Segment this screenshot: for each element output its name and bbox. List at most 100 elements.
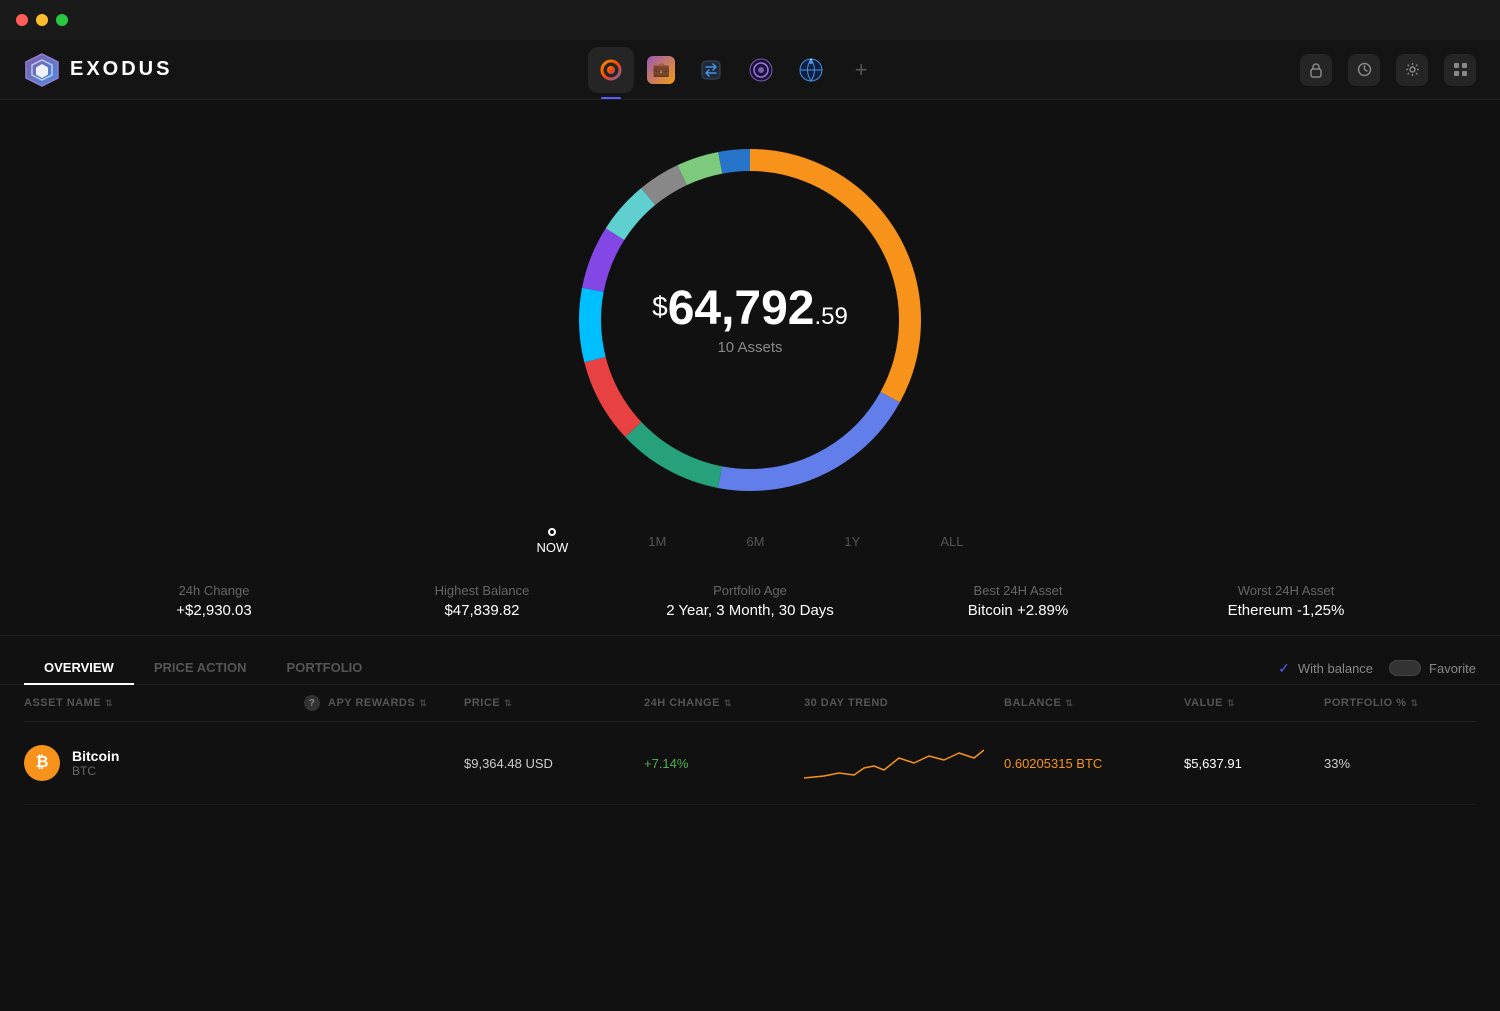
th-price: PRICE ⇅ bbox=[464, 695, 644, 711]
asset-ticker: BTC bbox=[72, 764, 119, 778]
th-apy-rewards: ? APY REWARDS ⇅ bbox=[304, 695, 464, 711]
stat-label-0: 24h Change bbox=[80, 583, 348, 598]
stat-value-1: $47,839.82 bbox=[348, 602, 616, 619]
time-1y-btn[interactable]: 1Y bbox=[844, 534, 860, 549]
portfolio-section: $64,792.59 10 Assets NOW 1M 6M 1Y ALL bbox=[0, 100, 1500, 567]
price-cell: $9,364.48 USD bbox=[464, 756, 644, 771]
favorite-toggle[interactable]: Favorite bbox=[1389, 660, 1476, 676]
assets-count: 10 Assets bbox=[652, 339, 848, 356]
settings-icon bbox=[1405, 62, 1420, 77]
nft-icon bbox=[748, 57, 774, 83]
asset-name-cell: ₿ Bitcoin BTC bbox=[24, 745, 304, 781]
asset-name-info: Bitcoin BTC bbox=[72, 748, 119, 778]
portfolio-icon bbox=[600, 59, 622, 81]
portfolio-value-center: $64,792.59 10 Assets bbox=[652, 285, 848, 356]
asset-table: ASSET NAME ⇅ ? APY REWARDS ⇅ PRICE ⇅ 24H… bbox=[0, 685, 1500, 805]
with-balance-toggle[interactable]: ✓ With balance bbox=[1278, 660, 1373, 677]
sort-price-icon: ⇅ bbox=[504, 698, 512, 709]
help-icon[interactable]: ? bbox=[304, 695, 320, 711]
favorite-label: Favorite bbox=[1429, 661, 1476, 676]
stat-label-3: Best 24H Asset bbox=[884, 583, 1152, 598]
logo: EXODUS bbox=[24, 52, 172, 88]
nav-wallet-btn[interactable]: 💼 bbox=[638, 47, 684, 93]
maximize-dot[interactable] bbox=[56, 14, 68, 26]
with-balance-label: With balance bbox=[1298, 661, 1373, 676]
th-portfolio-pct: PORTFOLIO % ⇅ bbox=[1324, 695, 1424, 711]
logo-text: EXODUS bbox=[70, 58, 172, 81]
time-axis: NOW 1M 6M 1Y ALL bbox=[537, 528, 964, 567]
balance-cell: 0.60205315 BTC bbox=[1004, 756, 1184, 771]
settings-btn[interactable] bbox=[1396, 54, 1428, 86]
add-icon: + bbox=[849, 57, 874, 83]
apps-icon bbox=[1453, 62, 1468, 77]
tab-price-action[interactable]: PRICE ACTION bbox=[134, 652, 267, 685]
lock-icon bbox=[1309, 62, 1323, 78]
sort-asset-icon: ⇅ bbox=[105, 698, 113, 709]
th-24h-change: 24H CHANGE ⇅ bbox=[644, 695, 804, 711]
stats-row: 24h Change +$2,930.03 Highest Balance $4… bbox=[0, 567, 1500, 636]
stat-portfolio-age: Portfolio Age 2 Year, 3 Month, 30 Days bbox=[616, 583, 884, 619]
th-30day-trend: 30 DAY TREND bbox=[804, 695, 1004, 711]
sparkline-svg bbox=[804, 738, 984, 788]
th-value: VALUE ⇅ bbox=[1184, 695, 1324, 711]
time-dot bbox=[548, 528, 556, 536]
nav-portfolio-btn[interactable] bbox=[588, 47, 634, 93]
asset-name: Bitcoin bbox=[72, 748, 119, 764]
sparkline-cell bbox=[804, 738, 1004, 788]
history-icon bbox=[1357, 62, 1372, 77]
stat-label-4: Worst 24H Asset bbox=[1152, 583, 1420, 598]
lock-btn[interactable] bbox=[1300, 54, 1332, 86]
sort-apy-icon: ⇅ bbox=[419, 698, 427, 709]
main-content: $64,792.59 10 Assets NOW 1M 6M 1Y ALL bbox=[0, 100, 1500, 1011]
tabs-right: ✓ With balance Favorite bbox=[1278, 660, 1476, 677]
nav-exchange-btn[interactable] bbox=[688, 47, 734, 93]
table-row[interactable]: ₿ Bitcoin BTC $9,364.48 USD +7.14% 0.602… bbox=[24, 722, 1476, 805]
sort-value-icon: ⇅ bbox=[1227, 698, 1235, 709]
topnav: EXODUS bbox=[0, 40, 1500, 100]
sort-balance-icon: ⇅ bbox=[1065, 698, 1073, 709]
sort-portfolio-icon: ⇅ bbox=[1411, 698, 1419, 709]
change-cell: +7.14% bbox=[644, 756, 804, 771]
time-now-btn[interactable]: NOW bbox=[537, 528, 569, 555]
stat-24h-change: 24h Change +$2,930.03 bbox=[80, 583, 348, 619]
th-asset-name: ASSET NAME ⇅ bbox=[24, 695, 304, 711]
close-dot[interactable] bbox=[16, 14, 28, 26]
titlebar bbox=[0, 0, 1500, 40]
stat-worst-24h: Worst 24H Asset Ethereum -1,25% bbox=[1152, 583, 1420, 619]
history-btn[interactable] bbox=[1348, 54, 1380, 86]
apps-btn[interactable] bbox=[1444, 54, 1476, 86]
logo-icon bbox=[24, 52, 60, 88]
stat-label-2: Portfolio Age bbox=[616, 583, 884, 598]
toggle-box bbox=[1389, 660, 1421, 676]
portfolio-pct-cell: 33% bbox=[1324, 756, 1424, 771]
donut-chart: $64,792.59 10 Assets bbox=[550, 120, 950, 520]
tab-portfolio[interactable]: PORTFOLIO bbox=[267, 652, 383, 685]
tab-overview[interactable]: OVERVIEW bbox=[24, 652, 134, 685]
stat-highest-balance: Highest Balance $47,839.82 bbox=[348, 583, 616, 619]
portfolio-value: $64,792.59 bbox=[652, 285, 848, 333]
tabs-bar: OVERVIEW PRICE ACTION PORTFOLIO ✓ With b… bbox=[0, 636, 1500, 685]
web3-icon bbox=[798, 57, 824, 83]
exchange-icon bbox=[700, 59, 722, 81]
stat-label-1: Highest Balance bbox=[348, 583, 616, 598]
table-header: ASSET NAME ⇅ ? APY REWARDS ⇅ PRICE ⇅ 24H… bbox=[24, 685, 1476, 722]
nav-center: 💼 bbox=[588, 47, 884, 93]
stat-value-3: Bitcoin +2.89% bbox=[884, 602, 1152, 619]
stat-value-0: +$2,930.03 bbox=[80, 602, 348, 619]
stat-best-24h: Best 24H Asset Bitcoin +2.89% bbox=[884, 583, 1152, 619]
time-6m-btn[interactable]: 6M bbox=[746, 534, 764, 549]
stat-value-2: 2 Year, 3 Month, 30 Days bbox=[616, 602, 884, 619]
stat-value-4: Ethereum -1,25% bbox=[1152, 602, 1420, 619]
checkmark-icon: ✓ bbox=[1278, 660, 1290, 677]
sort-24h-icon: ⇅ bbox=[724, 698, 732, 709]
btc-icon: ₿ bbox=[24, 745, 60, 781]
time-all-btn[interactable]: ALL bbox=[940, 534, 963, 549]
value-cell: $5,637.91 bbox=[1184, 756, 1324, 771]
time-1m-btn[interactable]: 1M bbox=[648, 534, 666, 549]
nav-add-btn[interactable]: + bbox=[838, 47, 884, 93]
nav-nft-btn[interactable] bbox=[738, 47, 784, 93]
minimize-dot[interactable] bbox=[36, 14, 48, 26]
th-balance: BALANCE ⇅ bbox=[1004, 695, 1184, 711]
nav-right bbox=[1300, 54, 1476, 86]
nav-web3-btn[interactable] bbox=[788, 47, 834, 93]
